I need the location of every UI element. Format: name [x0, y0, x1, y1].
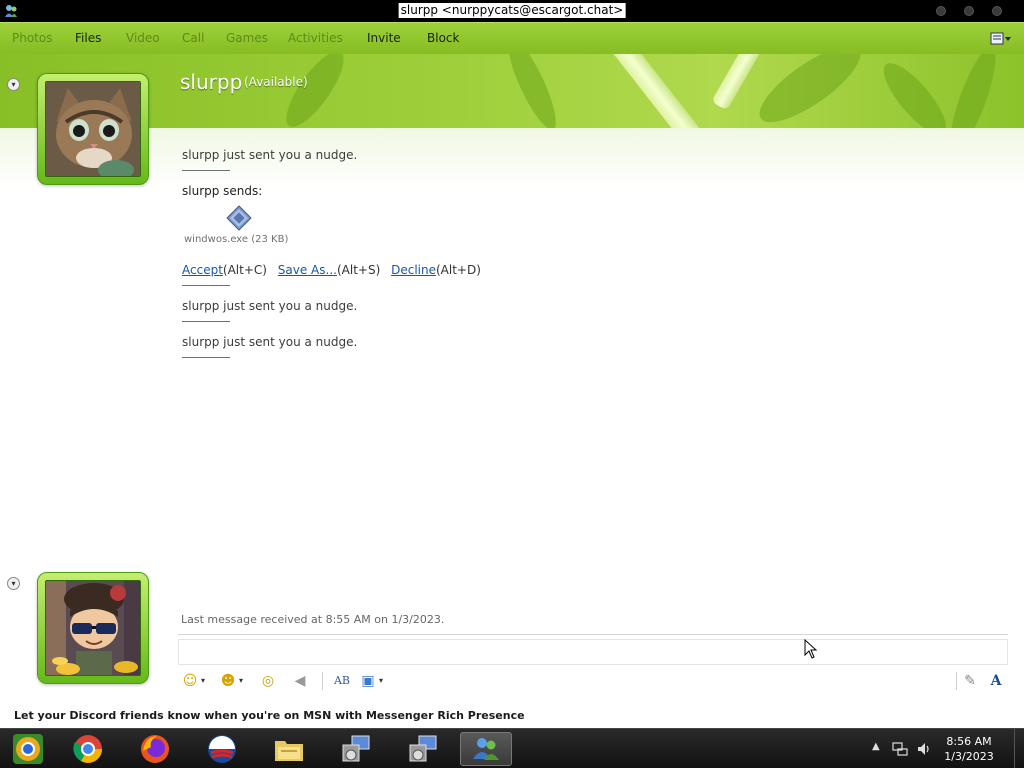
menu-block[interactable]: Block	[427, 31, 459, 45]
message-separator	[182, 357, 230, 358]
font-icon[interactable]: AB	[332, 671, 352, 691]
wink-dropdown-icon[interactable]: ▾	[236, 671, 246, 691]
show-desktop-button[interactable]	[1014, 729, 1024, 768]
toolbar-separator	[322, 672, 323, 690]
decline-shortcut: (Alt+D)	[435, 263, 481, 277]
firefox-icon	[141, 735, 169, 763]
smiley-icon[interactable]: ☺	[180, 671, 200, 691]
menu-files[interactable]: Files	[75, 31, 101, 45]
text-style-icon[interactable]: A	[986, 671, 1006, 691]
minimize-button[interactable]	[936, 6, 946, 16]
my-avatar[interactable]	[37, 572, 149, 684]
background-dropdown-icon[interactable]: ▾	[376, 671, 386, 691]
taskbar-clock[interactable]: 8:56 AM 1/3/2023	[934, 734, 1004, 764]
installer-icon	[342, 735, 370, 762]
network-icon[interactable]	[892, 741, 908, 757]
clock-time: 8:56 AM	[946, 735, 992, 748]
conversation-history[interactable]	[0, 128, 1024, 728]
contact-status: (Available)	[244, 75, 308, 89]
menu-photos[interactable]: Photos	[12, 31, 52, 45]
mouse-cursor-icon	[804, 639, 818, 659]
nudge-message: slurpp just sent you a nudge.	[182, 335, 358, 349]
taskbar-file-explorer[interactable]	[263, 732, 315, 766]
save-as-shortcut: (Alt+S)	[336, 263, 381, 277]
voice-clip-icon[interactable]: ◀	[290, 671, 310, 691]
message-separator	[182, 285, 230, 286]
input-divider	[178, 634, 1008, 635]
message-separator	[182, 321, 230, 322]
compose-toolbar: ☺ ▾ ☻ ▾ ◎ ◀ AB ▣ ▾ ✎ A	[178, 668, 1008, 694]
emoticon-dropdown-icon[interactable]: ▾	[198, 671, 208, 691]
accept-shortcut: (Alt+C)	[222, 263, 267, 277]
accept-link[interactable]: Accept	[182, 263, 223, 277]
menu-video[interactable]: Video	[126, 31, 160, 45]
collapse-my-panel-icon[interactable]: ▾	[7, 577, 20, 590]
taskbar-chrome[interactable]	[62, 732, 114, 766]
executable-file-icon[interactable]	[226, 205, 252, 231]
messenger-conversation-window: slurpp <nurppycats@escargot.chat> Photos…	[0, 0, 1024, 768]
taskbar-program-installer[interactable]	[330, 732, 382, 766]
window-title: slurpp <nurppycats@escargot.chat>	[398, 3, 626, 18]
clock-date: 1/3/2023	[944, 750, 994, 763]
advertisement-bar: Let your Discord friends know when you'r…	[0, 704, 1024, 728]
taskbar-messenger[interactable]	[460, 732, 512, 766]
show-hidden-icons-icon[interactable]: ▲	[872, 741, 880, 752]
chrome-canary-icon	[13, 734, 43, 764]
background-icon[interactable]: ▣	[358, 671, 378, 691]
close-button[interactable]	[992, 6, 1002, 16]
nudge-message: slurpp just sent you a nudge.	[182, 148, 358, 162]
cartoon-avatar-picture	[45, 580, 141, 676]
installer-icon	[409, 735, 437, 762]
message-input[interactable]	[178, 639, 1008, 665]
menu-games[interactable]: Games	[226, 31, 268, 45]
folder-icon	[275, 741, 303, 761]
pencil-icon[interactable]: ✎	[960, 671, 980, 691]
chrome-icon	[73, 735, 102, 763]
menu-activities[interactable]: Activities	[288, 31, 343, 45]
wink-icon[interactable]: ☻	[218, 671, 238, 691]
kitten-picture	[45, 81, 141, 177]
file-transfer-actions: Accept(Alt+C) Save As...(Alt+S) Decline(…	[182, 263, 481, 277]
contact-header-band	[0, 54, 1024, 128]
taskbar-obama-app[interactable]	[196, 732, 248, 766]
taskbar-firefox[interactable]	[129, 732, 181, 766]
contact-avatar[interactable]	[37, 73, 149, 185]
contact-display-name: slurpp	[180, 70, 243, 94]
messenger-icon[interactable]	[3, 3, 19, 19]
taskbar-program-installer-2[interactable]	[397, 732, 449, 766]
last-message-timestamp: Last message received at 8:55 AM on 1/3/…	[181, 613, 445, 626]
volume-icon[interactable]	[916, 741, 932, 757]
menu-invite[interactable]: Invite	[367, 31, 401, 45]
file-send-message: slurpp sends:	[182, 184, 263, 198]
collapse-contact-panel-icon[interactable]: ▾	[7, 78, 20, 91]
system-tray: ▲	[868, 729, 938, 768]
action-menu-bar: Photos Files Video Call Games Activities…	[0, 22, 1024, 54]
toolbar-separator	[956, 672, 957, 690]
menu-call[interactable]: Call	[182, 31, 204, 45]
options-menu-icon[interactable]	[990, 31, 1012, 47]
obama-logo-icon	[208, 735, 236, 763]
message-separator	[182, 170, 230, 171]
advertisement-text[interactable]: Let your Discord friends know when you'r…	[14, 709, 525, 722]
nudge-icon[interactable]: ◎	[258, 671, 278, 691]
maximize-button[interactable]	[964, 6, 974, 16]
taskbar-chrome-canary[interactable]	[2, 732, 54, 766]
save-as-link[interactable]: Save As...	[278, 263, 337, 277]
decline-link[interactable]: Decline	[391, 263, 436, 277]
messenger-icon	[473, 738, 499, 760]
nudge-message: slurpp just sent you a nudge.	[182, 299, 358, 313]
file-name-size: windwos.exe (23 KB)	[184, 234, 289, 245]
taskbar: ▲ 8:56 AM 1/3/2023	[0, 728, 1024, 768]
title-bar: slurpp <nurppycats@escargot.chat>	[0, 0, 1024, 22]
